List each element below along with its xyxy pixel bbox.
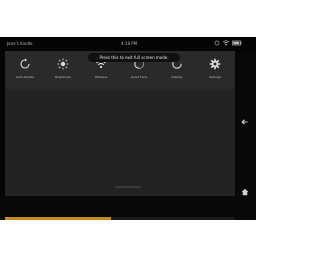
device-owner-name: Jane's Kindle xyxy=(7,41,33,46)
quick-setting-label: Display xyxy=(171,75,183,79)
nav-rail xyxy=(235,51,256,196)
quick-setting-label: Quiet Time xyxy=(130,75,148,79)
quick-setting-auto-rotate[interactable]: Auto-Rotate xyxy=(8,57,42,87)
progress-fill xyxy=(5,217,111,220)
quick-setting-label: Wireless xyxy=(94,75,108,79)
gear-icon xyxy=(208,57,222,71)
clock: 4:18 PM xyxy=(121,41,138,46)
quick-setting-settings[interactable]: Settings xyxy=(198,57,232,87)
battery-icon xyxy=(232,40,242,47)
wifi-icon xyxy=(222,40,230,47)
content-area xyxy=(5,89,235,196)
rotate-icon xyxy=(18,57,32,71)
quick-setting-label: Settings xyxy=(208,75,222,79)
quick-setting-brightness[interactable]: Brightness xyxy=(46,57,80,87)
quick-setting-label: Auto-Rotate xyxy=(16,75,34,79)
home-button[interactable] xyxy=(239,184,251,196)
fullscreen-toast: Press this to exit full screen mode. xyxy=(88,53,180,62)
status-bar: Jane's Kindle 4:18 PM xyxy=(0,37,256,51)
progress-bar xyxy=(5,217,235,220)
back-icon xyxy=(241,111,249,130)
brightness-icon xyxy=(56,57,70,71)
quick-setting-label: Brightness xyxy=(55,75,71,79)
sync-icon xyxy=(214,40,220,47)
back-button[interactable] xyxy=(239,114,251,126)
panel-handle[interactable] xyxy=(115,186,141,188)
